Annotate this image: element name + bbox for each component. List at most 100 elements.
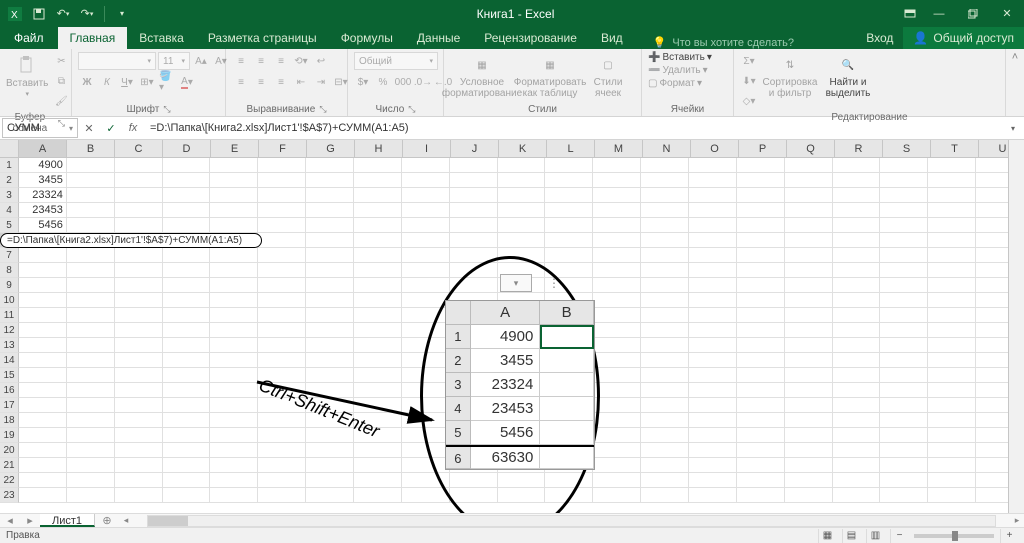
cell[interactable] [450, 488, 498, 503]
row-header[interactable]: 19 [0, 428, 19, 443]
cell[interactable] [210, 173, 258, 188]
cell[interactable] [210, 158, 258, 173]
cell[interactable] [163, 338, 211, 353]
row-header[interactable]: 3 [0, 188, 19, 203]
cell[interactable] [545, 383, 593, 398]
cell[interactable] [880, 428, 928, 443]
cell[interactable] [593, 398, 641, 413]
ribbon-options-icon[interactable] [898, 0, 922, 27]
cell[interactable] [163, 428, 211, 443]
cell[interactable] [593, 188, 641, 203]
format-cells-button[interactable]: ▢Формат▾ [648, 78, 702, 89]
cell[interactable] [306, 338, 354, 353]
undo-icon[interactable]: ↶▾ [52, 3, 74, 25]
scroll-right-icon[interactable]: ▸ [1010, 515, 1024, 526]
cell[interactable] [498, 323, 546, 338]
cell[interactable] [593, 173, 641, 188]
row-header[interactable]: 13 [0, 338, 19, 353]
cell[interactable] [498, 443, 546, 458]
cell[interactable] [306, 218, 354, 233]
cell[interactable] [928, 488, 976, 503]
cell[interactable] [163, 188, 211, 203]
cell[interactable] [833, 488, 881, 503]
cell[interactable] [210, 293, 258, 308]
border-button[interactable]: ⊞▾ [138, 73, 156, 91]
cell[interactable] [115, 413, 163, 428]
cell[interactable] [67, 488, 115, 503]
cell[interactable] [545, 323, 593, 338]
row-header[interactable]: 14 [0, 353, 19, 368]
restore-button[interactable] [956, 0, 990, 27]
cell[interactable] [545, 398, 593, 413]
cell[interactable] [450, 308, 498, 323]
cell[interactable] [67, 263, 115, 278]
cell[interactable] [163, 383, 211, 398]
cut-icon[interactable]: ✂ [52, 52, 70, 70]
cell[interactable] [689, 233, 737, 248]
col-header-F[interactable]: F [259, 140, 307, 158]
col-header-B[interactable]: B [67, 140, 115, 158]
enter-button[interactable]: ✓ [100, 117, 122, 139]
cell[interactable] [210, 413, 258, 428]
row-header[interactable]: 15 [0, 368, 19, 383]
cell[interactable] [115, 248, 163, 263]
cell[interactable] [737, 173, 785, 188]
cell[interactable] [258, 218, 306, 233]
cell[interactable] [928, 458, 976, 473]
cell[interactable] [402, 158, 450, 173]
minimize-button[interactable]: — [922, 0, 956, 27]
cell[interactable] [689, 203, 737, 218]
cell[interactable] [402, 233, 450, 248]
cell[interactable] [19, 263, 67, 278]
cell[interactable] [163, 443, 211, 458]
cell[interactable] [19, 443, 67, 458]
tell-me-box[interactable]: 💡 Что вы хотите сделать? [653, 36, 794, 49]
cell[interactable] [67, 248, 115, 263]
col-header-M[interactable]: M [595, 140, 643, 158]
cell[interactable]: 4900 [19, 158, 67, 173]
row-header[interactable]: 4 [0, 203, 19, 218]
cell[interactable]: 3455 [19, 173, 67, 188]
cell[interactable] [593, 488, 641, 503]
cell[interactable] [402, 203, 450, 218]
cell[interactable] [19, 248, 67, 263]
cell[interactable] [641, 398, 689, 413]
cell[interactable] [880, 353, 928, 368]
col-header-T[interactable]: T [931, 140, 979, 158]
col-header-N[interactable]: N [643, 140, 691, 158]
cell[interactable] [593, 338, 641, 353]
cell[interactable] [163, 413, 211, 428]
cell[interactable] [880, 398, 928, 413]
page-break-view-icon[interactable]: ▥ [866, 529, 884, 543]
find-select-button[interactable]: 🔍 Найти и выделить [822, 52, 874, 102]
cell[interactable] [737, 263, 785, 278]
cell[interactable] [785, 398, 833, 413]
row-header[interactable]: 5 [0, 218, 19, 233]
cell[interactable] [641, 488, 689, 503]
cell[interactable] [737, 188, 785, 203]
cell[interactable] [67, 338, 115, 353]
tab-view[interactable]: Вид [589, 27, 635, 49]
cell[interactable] [450, 383, 498, 398]
col-header-Q[interactable]: Q [787, 140, 835, 158]
cell[interactable] [880, 158, 928, 173]
bold-button[interactable]: Ж [78, 73, 96, 91]
cell[interactable] [210, 248, 258, 263]
cell[interactable] [163, 248, 211, 263]
cell[interactable] [880, 278, 928, 293]
cell[interactable] [163, 368, 211, 383]
cell[interactable] [450, 368, 498, 383]
cell[interactable] [785, 443, 833, 458]
cell[interactable] [928, 308, 976, 323]
cell[interactable] [545, 308, 593, 323]
cell[interactable] [450, 263, 498, 278]
cell[interactable] [306, 323, 354, 338]
cell[interactable] [210, 368, 258, 383]
cell[interactable] [593, 233, 641, 248]
cell[interactable] [354, 293, 402, 308]
cell[interactable] [785, 158, 833, 173]
cell[interactable] [593, 278, 641, 293]
cell[interactable] [67, 383, 115, 398]
italic-button[interactable]: К [98, 73, 116, 91]
cell[interactable] [928, 218, 976, 233]
